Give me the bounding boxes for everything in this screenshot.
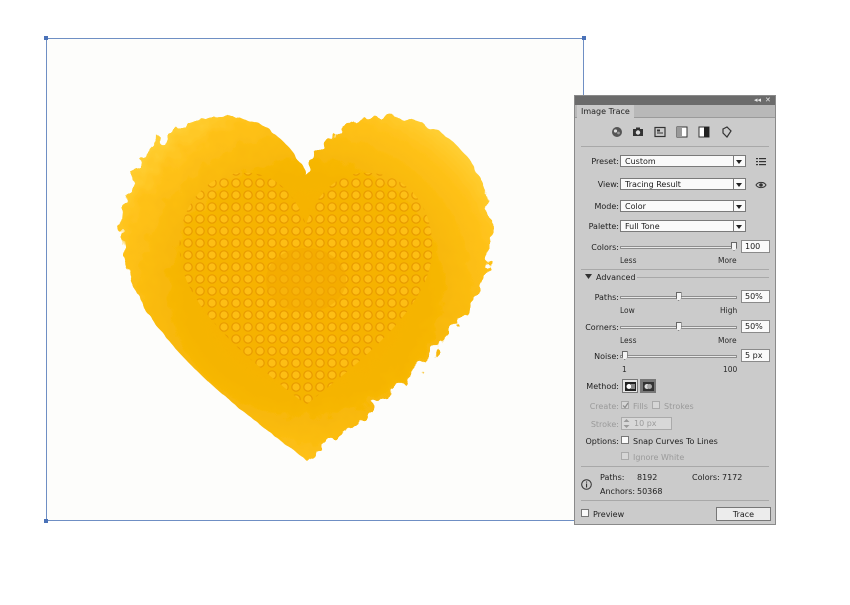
abutting-method-icon — [625, 382, 636, 391]
divider — [581, 146, 769, 147]
panel-tabbar: Image Trace — [575, 105, 775, 118]
colors-label: Colors: — [591, 243, 619, 252]
view-dropdown[interactable]: Tracing Result — [620, 178, 746, 190]
fills-label: Fills — [633, 402, 648, 411]
stroke-value: 10 px — [634, 419, 657, 428]
colors-min-label: Less — [620, 256, 637, 265]
preview-checkbox[interactable] — [581, 509, 589, 517]
view-value: Tracing Result — [625, 180, 681, 189]
colors-max-label: More — [718, 256, 737, 265]
noise-slider-track[interactable] — [620, 355, 737, 358]
noise-value-field[interactable]: 5 px — [741, 349, 770, 362]
corners-slider-thumb[interactable] — [675, 322, 682, 331]
noise-min-label: 1 — [622, 365, 627, 374]
preset-dropdown[interactable]: Custom — [620, 155, 746, 167]
preview-label: Preview — [593, 510, 625, 519]
image-trace-panel: ◂◂ ✕ Image Trace Preset: Custom View: Tr… — [574, 95, 776, 525]
artboard-handle-top-left[interactable] — [44, 36, 48, 40]
checkmark-icon — [622, 402, 629, 409]
advanced-section-toggle[interactable]: Advanced — [596, 273, 636, 282]
snap-curves-checkbox[interactable] — [621, 436, 629, 444]
stats-anchors-value: 50368 — [637, 487, 663, 496]
paths-slider-thumb[interactable] — [675, 292, 682, 301]
strokes-checkbox[interactable] — [652, 401, 660, 409]
chevron-down-icon — [733, 201, 744, 211]
corners-min-label: Less — [620, 336, 637, 345]
chevron-down-icon — [733, 221, 744, 231]
colors-slider-track[interactable] — [620, 246, 737, 249]
snap-curves-label: Snap Curves To Lines — [633, 437, 718, 446]
palette-dropdown[interactable]: Full Tone — [620, 220, 746, 232]
palette-label: Palette: — [588, 222, 619, 231]
presentation-icon[interactable] — [654, 126, 666, 138]
chevron-down-icon — [733, 156, 744, 166]
stats-paths-label: Paths: — [600, 473, 625, 482]
eye-icon[interactable] — [755, 181, 767, 189]
create-label: Create: — [589, 402, 619, 411]
options-label: Options: — [585, 437, 619, 446]
camera-icon[interactable] — [632, 126, 644, 138]
disclosure-triangle-icon[interactable] — [585, 274, 592, 280]
outline-icon[interactable] — [721, 126, 733, 138]
stats-colors-label: Colors: — [692, 473, 720, 482]
paths-value-field[interactable]: 50% — [741, 290, 770, 303]
abutting-method-button[interactable] — [622, 379, 638, 393]
grayscale-icon[interactable] — [676, 126, 688, 138]
preset-value: Custom — [625, 157, 656, 166]
artboard-handle-bottom-left[interactable] — [44, 519, 48, 523]
ignore-white-checkbox[interactable] — [621, 452, 629, 460]
noise-slider-thumb[interactable] — [621, 351, 628, 360]
paths-min-label: Low — [620, 306, 635, 315]
divider — [581, 466, 769, 467]
colors-value-field[interactable]: 100 — [741, 240, 770, 253]
ignore-white-label: Ignore White — [633, 453, 685, 462]
overlapping-method-button[interactable] — [640, 379, 656, 393]
noise-max-label: 100 — [723, 365, 738, 374]
mode-label: Mode: — [594, 202, 620, 211]
overlapping-method-icon — [643, 382, 654, 391]
strokes-label: Strokes — [664, 402, 694, 411]
divider — [637, 277, 769, 278]
corners-label: Corners: — [585, 323, 619, 332]
method-label: Method: — [586, 382, 619, 391]
stats-anchors-label: Anchors: — [600, 487, 636, 496]
noise-label: Noise: — [594, 352, 619, 361]
chevron-down-icon — [733, 179, 744, 189]
colors-slider-thumb[interactable] — [731, 242, 737, 251]
fills-checkbox[interactable] — [621, 401, 629, 409]
stats-paths-value: 8192 — [637, 473, 658, 482]
divider — [581, 500, 769, 501]
mode-value: Color — [625, 202, 646, 211]
paths-label: Paths: — [594, 293, 619, 302]
black-white-icon[interactable] — [698, 126, 710, 138]
mode-dropdown[interactable]: Color — [620, 200, 746, 212]
corners-value-field[interactable]: 50% — [741, 320, 770, 333]
artboard-handle-top-right[interactable] — [582, 36, 586, 40]
stepper-arrows-icon[interactable] — [623, 419, 630, 428]
corners-max-label: More — [718, 336, 737, 345]
tab-image-trace[interactable]: Image Trace — [577, 105, 634, 118]
view-label: View: — [597, 180, 619, 189]
trace-button[interactable]: Trace — [716, 507, 771, 521]
collapse-icon[interactable]: ◂◂ — [754, 96, 761, 105]
panel-titlebar[interactable]: ◂◂ ✕ — [575, 96, 775, 105]
list-menu-icon[interactable] — [756, 157, 766, 166]
paths-max-label: High — [720, 306, 738, 315]
stats-colors-value: 7172 — [722, 473, 743, 482]
stroke-label: Stroke: — [590, 420, 619, 429]
preset-label: Preset: — [591, 157, 619, 166]
close-icon[interactable]: ✕ — [765, 96, 771, 105]
heart-flower-image[interactable] — [110, 105, 502, 465]
info-icon — [581, 479, 592, 490]
divider — [581, 269, 769, 270]
palette-value: Full Tone — [625, 222, 660, 231]
auto-color-icon[interactable] — [611, 126, 623, 138]
